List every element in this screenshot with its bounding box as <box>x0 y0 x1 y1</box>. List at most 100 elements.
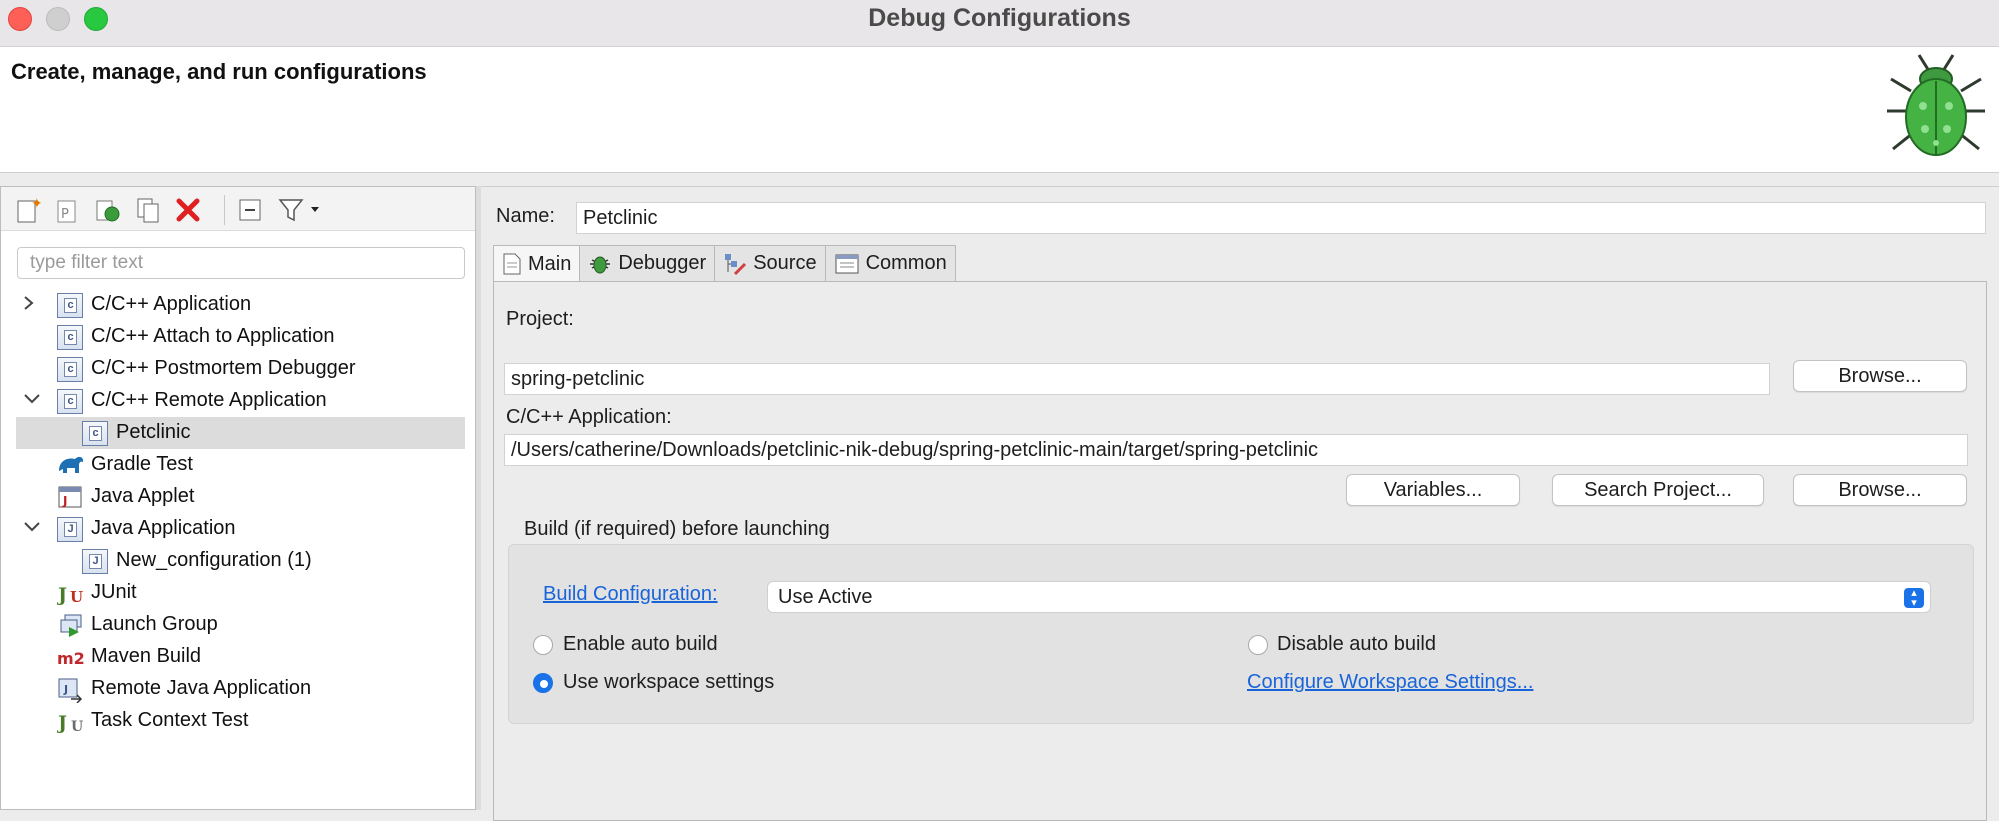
tree-item-label: Maven Build <box>91 645 202 667</box>
title-bar: Debug Configurations <box>0 0 1999 47</box>
filter-input[interactable]: type filter text <box>17 247 465 279</box>
tree-item-junit[interactable]: JU JUnit <box>16 577 465 609</box>
junit-icon: JU <box>56 581 83 606</box>
tree-item-label: Gradle Test <box>91 453 193 475</box>
svg-text:U: U <box>70 588 83 605</box>
export-configuration-icon[interactable] <box>93 195 123 225</box>
name-input[interactable]: Petclinic <box>576 202 1986 234</box>
cpp-application-label: C/C++ Application: <box>506 406 672 428</box>
duplicate-configuration-icon[interactable] <box>133 195 163 225</box>
cpp-application-input[interactable]: /Users/catherine/Downloads/petclinic-nik… <box>504 434 1968 466</box>
java-applet-icon: J <box>57 485 83 510</box>
tree-item-java-applet[interactable]: J Java Applet <box>16 481 465 513</box>
new-configuration-icon[interactable]: ✦ <box>13 195 43 225</box>
svg-text:J: J <box>57 584 67 605</box>
tree-item-cpp-attach[interactable]: c C/C++ Attach to Application <box>16 321 465 353</box>
tab-label: Source <box>753 252 817 274</box>
tree-item-label: Task Context Test <box>91 709 249 731</box>
configure-workspace-settings-link[interactable]: Configure Workspace Settings... <box>1247 671 1533 694</box>
project-label: Project: <box>506 308 574 330</box>
c-config-icon: c <box>57 389 83 414</box>
enable-auto-build-label: Enable auto build <box>563 633 718 655</box>
svg-text:J: J <box>63 683 68 696</box>
tree-item-cpp-application[interactable]: c C/C++ Application <box>16 289 465 321</box>
configuration-tree-pane: ✦ P type filter text c C/C++ Application… <box>0 186 476 810</box>
tab-label: Main <box>528 252 572 275</box>
disable-auto-build-radio[interactable] <box>1248 635 1268 655</box>
tree-item-label: C/C++ Application <box>91 293 252 315</box>
tree-item-cpp-postmortem[interactable]: c C/C++ Postmortem Debugger <box>16 353 465 385</box>
bug-icon <box>590 256 611 273</box>
tab-debugger[interactable]: Debugger <box>579 245 716 281</box>
toolbar-separator <box>224 195 225 225</box>
source-icon <box>725 253 747 275</box>
header-banner: Create, manage, and run configurations <box>0 47 1999 173</box>
document-icon <box>503 253 521 275</box>
tree-item-label: C/C++ Remote Application <box>91 389 327 411</box>
enable-auto-build-radio[interactable] <box>533 635 553 655</box>
svg-text:J: J <box>57 712 67 734</box>
tree-item-task-context[interactable]: JU Task Context Test <box>16 705 465 737</box>
variables-button[interactable]: Variables... <box>1346 474 1520 506</box>
select-arrows-icon: ▴ ▾ <box>1904 588 1924 609</box>
build-configuration-link[interactable]: Build Configuration: <box>543 583 718 606</box>
tree-item-label: JUnit <box>91 581 137 603</box>
build-group-box: Build Configuration: Use Active ▴ ▾ Enabl… <box>508 544 1974 724</box>
collapse-chevron-icon[interactable] <box>22 389 42 411</box>
c-config-icon: c <box>57 357 83 382</box>
build-group-label: Build (if required) before launching <box>524 518 830 540</box>
collapse-all-icon[interactable] <box>235 195 265 225</box>
tree-item-remote-java[interactable]: J Remote Java Application <box>16 673 465 705</box>
tree-item-launch-group[interactable]: Launch Group <box>16 609 465 641</box>
expand-chevron-icon[interactable] <box>22 293 42 315</box>
build-configuration-value: Use Active <box>778 586 873 608</box>
c-config-icon: c <box>82 421 108 446</box>
tree-item-label: C/C++ Attach to Application <box>91 325 335 347</box>
tree-item-java-application[interactable]: J Java Application <box>16 513 465 545</box>
tree-item-maven-build[interactable]: m2 Maven Build <box>16 641 465 673</box>
configuration-editor-pane: Name: Petclinic Main Debugger Source Com… <box>481 186 1999 821</box>
collapse-chevron-icon[interactable] <box>22 517 42 539</box>
c-config-icon: c <box>57 293 83 318</box>
remote-java-icon: J <box>57 677 83 704</box>
filter-dropdown-icon[interactable] <box>275 195 323 225</box>
banner-title: Create, manage, and run configurations <box>11 59 427 84</box>
tree-item-petclinic[interactable]: c Petclinic <box>16 417 465 449</box>
tree-item-new-configuration[interactable]: J New_configuration (1) <box>16 545 465 577</box>
java-app-icon: J <box>82 549 108 574</box>
java-app-icon: J <box>57 517 83 542</box>
svg-text:P: P <box>61 207 69 222</box>
delete-configuration-icon[interactable] <box>173 195 203 225</box>
build-configuration-select[interactable]: Use Active ▴ ▾ <box>767 581 1931 613</box>
launch-group-icon <box>57 613 83 638</box>
tab-source[interactable]: Source <box>714 245 826 281</box>
new-prototype-icon[interactable]: P <box>53 195 83 225</box>
svg-text:m2: m2 <box>57 649 85 668</box>
main-tab-panel: Project: spring-petclinic Browse... C/C+… <box>493 281 1987 821</box>
config-tabs: Main Debugger Source Common <box>493 245 956 282</box>
c-config-icon: c <box>57 325 83 350</box>
tree-item-label: Launch Group <box>91 613 218 635</box>
tree-toolbar: ✦ P <box>1 187 475 231</box>
svg-text:✦: ✦ <box>31 196 41 212</box>
tab-common[interactable]: Common <box>824 245 956 281</box>
browse-application-button[interactable]: Browse... <box>1793 474 1967 506</box>
tree-item-label: Java Applet <box>91 485 195 507</box>
tab-label: Common <box>865 252 947 274</box>
use-workspace-settings-radio[interactable] <box>533 673 553 693</box>
common-icon <box>835 254 859 273</box>
tree-item-gradle-test[interactable]: Gradle Test <box>16 449 465 481</box>
gradle-icon <box>57 453 84 478</box>
project-input[interactable]: spring-petclinic <box>504 363 1770 395</box>
tab-main[interactable]: Main <box>493 245 581 282</box>
svg-text:U: U <box>71 719 83 735</box>
tree-item-label: Petclinic <box>116 421 191 443</box>
tree-item-cpp-remote[interactable]: c C/C++ Remote Application <box>16 385 465 417</box>
browse-project-button[interactable]: Browse... <box>1793 360 1967 392</box>
search-project-button[interactable]: Search Project... <box>1552 474 1764 506</box>
tab-label: Debugger <box>618 252 707 274</box>
use-workspace-settings-label: Use workspace settings <box>563 671 775 693</box>
disable-auto-build-label: Disable auto build <box>1277 633 1436 655</box>
maven-icon: m2 <box>57 645 85 670</box>
tree-item-label: C/C++ Postmortem Debugger <box>91 357 356 379</box>
